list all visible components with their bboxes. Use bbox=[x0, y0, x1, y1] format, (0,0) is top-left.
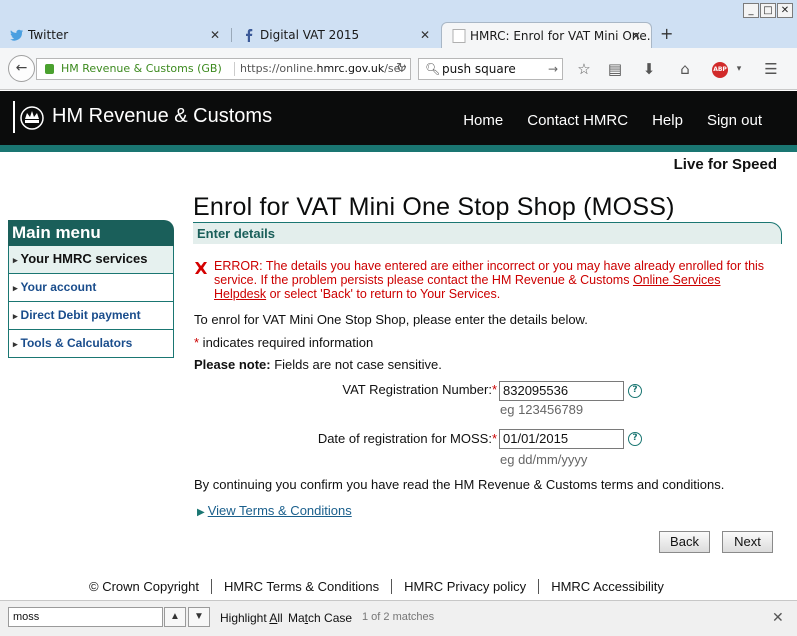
error-message: ERROR: The details you have entered are … bbox=[193, 259, 773, 301]
tab-twitter[interactable]: Twitter ✕ bbox=[0, 22, 230, 48]
window-titlebar: _ □ ✕ bbox=[0, 0, 797, 22]
twitter-icon bbox=[10, 29, 23, 41]
menu-item-tools[interactable]: Tools & Calculators bbox=[8, 330, 174, 358]
expand-triangle-icon: ▶ bbox=[197, 507, 205, 518]
help-icon[interactable]: ? bbox=[628, 432, 642, 446]
navigation-bar: ← HM Revenue & Customs (GB) https://onli… bbox=[0, 48, 797, 90]
moss-date-hint: eg dd/mm/yyyy bbox=[500, 452, 588, 467]
facebook-icon bbox=[246, 29, 253, 42]
footer-privacy-link[interactable]: HMRC Privacy policy bbox=[391, 579, 538, 594]
reload-icon[interactable]: ↻ bbox=[396, 59, 407, 79]
url-separator bbox=[234, 62, 235, 76]
tab-hmrc[interactable]: HMRC: Enrol for VAT Mini One... ✕ bbox=[441, 22, 652, 48]
find-next-button[interactable]: ▼ bbox=[188, 607, 210, 627]
footer-accessibility-link[interactable]: HMRC Accessibility bbox=[538, 579, 676, 594]
search-go-icon[interactable]: → bbox=[548, 59, 558, 79]
search-input[interactable]: push square bbox=[442, 59, 516, 79]
help-icon[interactable]: ? bbox=[628, 384, 642, 398]
footer-terms-link[interactable]: HMRC Terms & Conditions bbox=[211, 579, 391, 594]
nav-home-link[interactable]: Home bbox=[463, 112, 503, 129]
tab-strip: Twitter ✕ Digital VAT 2015 ✕ HMRC: Enrol… bbox=[0, 22, 797, 48]
adblock-dropdown-icon[interactable]: ▾ bbox=[729, 59, 749, 79]
moss-date-label: Date of registration for MOSS:* bbox=[317, 431, 497, 446]
back-arrow-icon[interactable]: ← bbox=[8, 55, 35, 82]
search-bar[interactable]: 🔍︎ push square → bbox=[418, 58, 563, 80]
main-menu-title: Main menu bbox=[8, 220, 174, 246]
tab-close-icon[interactable]: ✕ bbox=[631, 23, 641, 48]
top-navigation: Home Contact HMRC Help Sign out bbox=[463, 112, 762, 129]
footer-copyright: © Crown Copyright bbox=[89, 579, 200, 594]
menu-item-direct-debit[interactable]: Direct Debit payment bbox=[8, 302, 174, 330]
bookmark-star-icon[interactable]: ☆ bbox=[574, 59, 594, 79]
error-x-icon bbox=[195, 262, 207, 274]
nav-contact-link[interactable]: Contact HMRC bbox=[527, 112, 628, 129]
site-brand[interactable]: HM Revenue & Customs bbox=[52, 105, 272, 128]
find-previous-button[interactable]: ▲ bbox=[164, 607, 186, 627]
menu-item-your-hmrc-services[interactable]: Your HMRC services bbox=[8, 246, 174, 274]
intro-text: To enrol for VAT Mini One Stop Shop, ple… bbox=[194, 312, 588, 327]
page-footer: © Crown Copyright HMRC Terms & Condition… bbox=[89, 579, 676, 594]
site-header: HM Revenue & Customs Home Contact HMRC H… bbox=[0, 91, 797, 145]
url-bar[interactable]: HM Revenue & Customs (GB) https://online… bbox=[36, 58, 411, 80]
vat-number-label: VAT Registration Number:* bbox=[342, 382, 497, 397]
tab-label: HMRC: Enrol for VAT Mini One... bbox=[470, 29, 652, 43]
tab-label: Twitter bbox=[28, 28, 69, 42]
site-identity[interactable]: HM Revenue & Customs (GB) bbox=[61, 59, 222, 79]
find-input[interactable]: moss bbox=[8, 607, 163, 627]
vat-number-input[interactable]: 832095536 bbox=[499, 381, 624, 401]
required-note: * indicates required information bbox=[194, 335, 374, 350]
tab-digital-vat[interactable]: Digital VAT 2015 ✕ bbox=[232, 22, 440, 48]
search-icon: 🔍︎ bbox=[425, 62, 441, 76]
adblock-icon[interactable]: ABP bbox=[712, 62, 728, 78]
back-button[interactable]: Back bbox=[659, 531, 710, 553]
web-page: HM Revenue & Customs Home Contact HMRC H… bbox=[0, 91, 797, 599]
nav-help-link[interactable]: Help bbox=[652, 112, 683, 129]
case-note: Please note: Fields are not case sensiti… bbox=[194, 357, 442, 372]
next-button[interactable]: Next bbox=[722, 531, 773, 553]
bookmarks-list-icon[interactable]: ▤ bbox=[605, 59, 625, 79]
find-close-icon[interactable]: ✕ bbox=[772, 609, 784, 626]
highlight-all-toggle[interactable]: Highlight All bbox=[220, 611, 283, 625]
panel-heading: Enter details bbox=[193, 222, 782, 244]
tab-close-icon[interactable]: ✕ bbox=[210, 22, 220, 48]
minimize-button[interactable]: _ bbox=[743, 3, 759, 18]
maximize-button[interactable]: □ bbox=[760, 3, 776, 18]
lock-icon bbox=[45, 64, 54, 74]
find-status: 1 of 2 matches bbox=[362, 611, 435, 623]
menu-item-your-account[interactable]: Your account bbox=[8, 274, 174, 302]
download-icon[interactable]: ⬇ bbox=[639, 59, 659, 79]
url-text[interactable]: https://online.hmrc.gov.uk/service bbox=[240, 59, 406, 79]
menu-icon[interactable]: ☰ bbox=[761, 59, 781, 79]
terms-link[interactable]: ▶ View Terms & Conditions bbox=[197, 503, 352, 518]
tab-label: Digital VAT 2015 bbox=[260, 28, 360, 42]
confirm-text: By continuing you confirm you have read … bbox=[194, 477, 725, 492]
nav-signout-link[interactable]: Sign out bbox=[707, 112, 762, 129]
vat-number-hint: eg 123456789 bbox=[500, 402, 584, 417]
window-controls: _ □ ✕ bbox=[743, 3, 793, 18]
account-name: Live for Speed bbox=[673, 156, 777, 173]
home-icon[interactable]: ⌂ bbox=[675, 59, 695, 79]
page-title: Enrol for VAT Mini One Stop Shop (MOSS) bbox=[193, 193, 675, 221]
window-close-button[interactable]: ✕ bbox=[777, 3, 793, 18]
moss-date-input[interactable]: 01/01/2015 bbox=[499, 429, 624, 449]
match-case-toggle[interactable]: Match Case bbox=[288, 611, 352, 625]
new-tab-icon[interactable]: + bbox=[660, 24, 673, 43]
header-accent-bar bbox=[0, 145, 797, 152]
page-icon bbox=[452, 29, 466, 43]
main-menu: Main menu Your HMRC services Your accoun… bbox=[8, 220, 174, 358]
find-bar: moss ▲ ▼ Highlight All Match Case 1 of 2… bbox=[0, 600, 797, 636]
crown-crest-icon bbox=[13, 101, 47, 133]
tab-close-icon[interactable]: ✕ bbox=[420, 22, 430, 48]
